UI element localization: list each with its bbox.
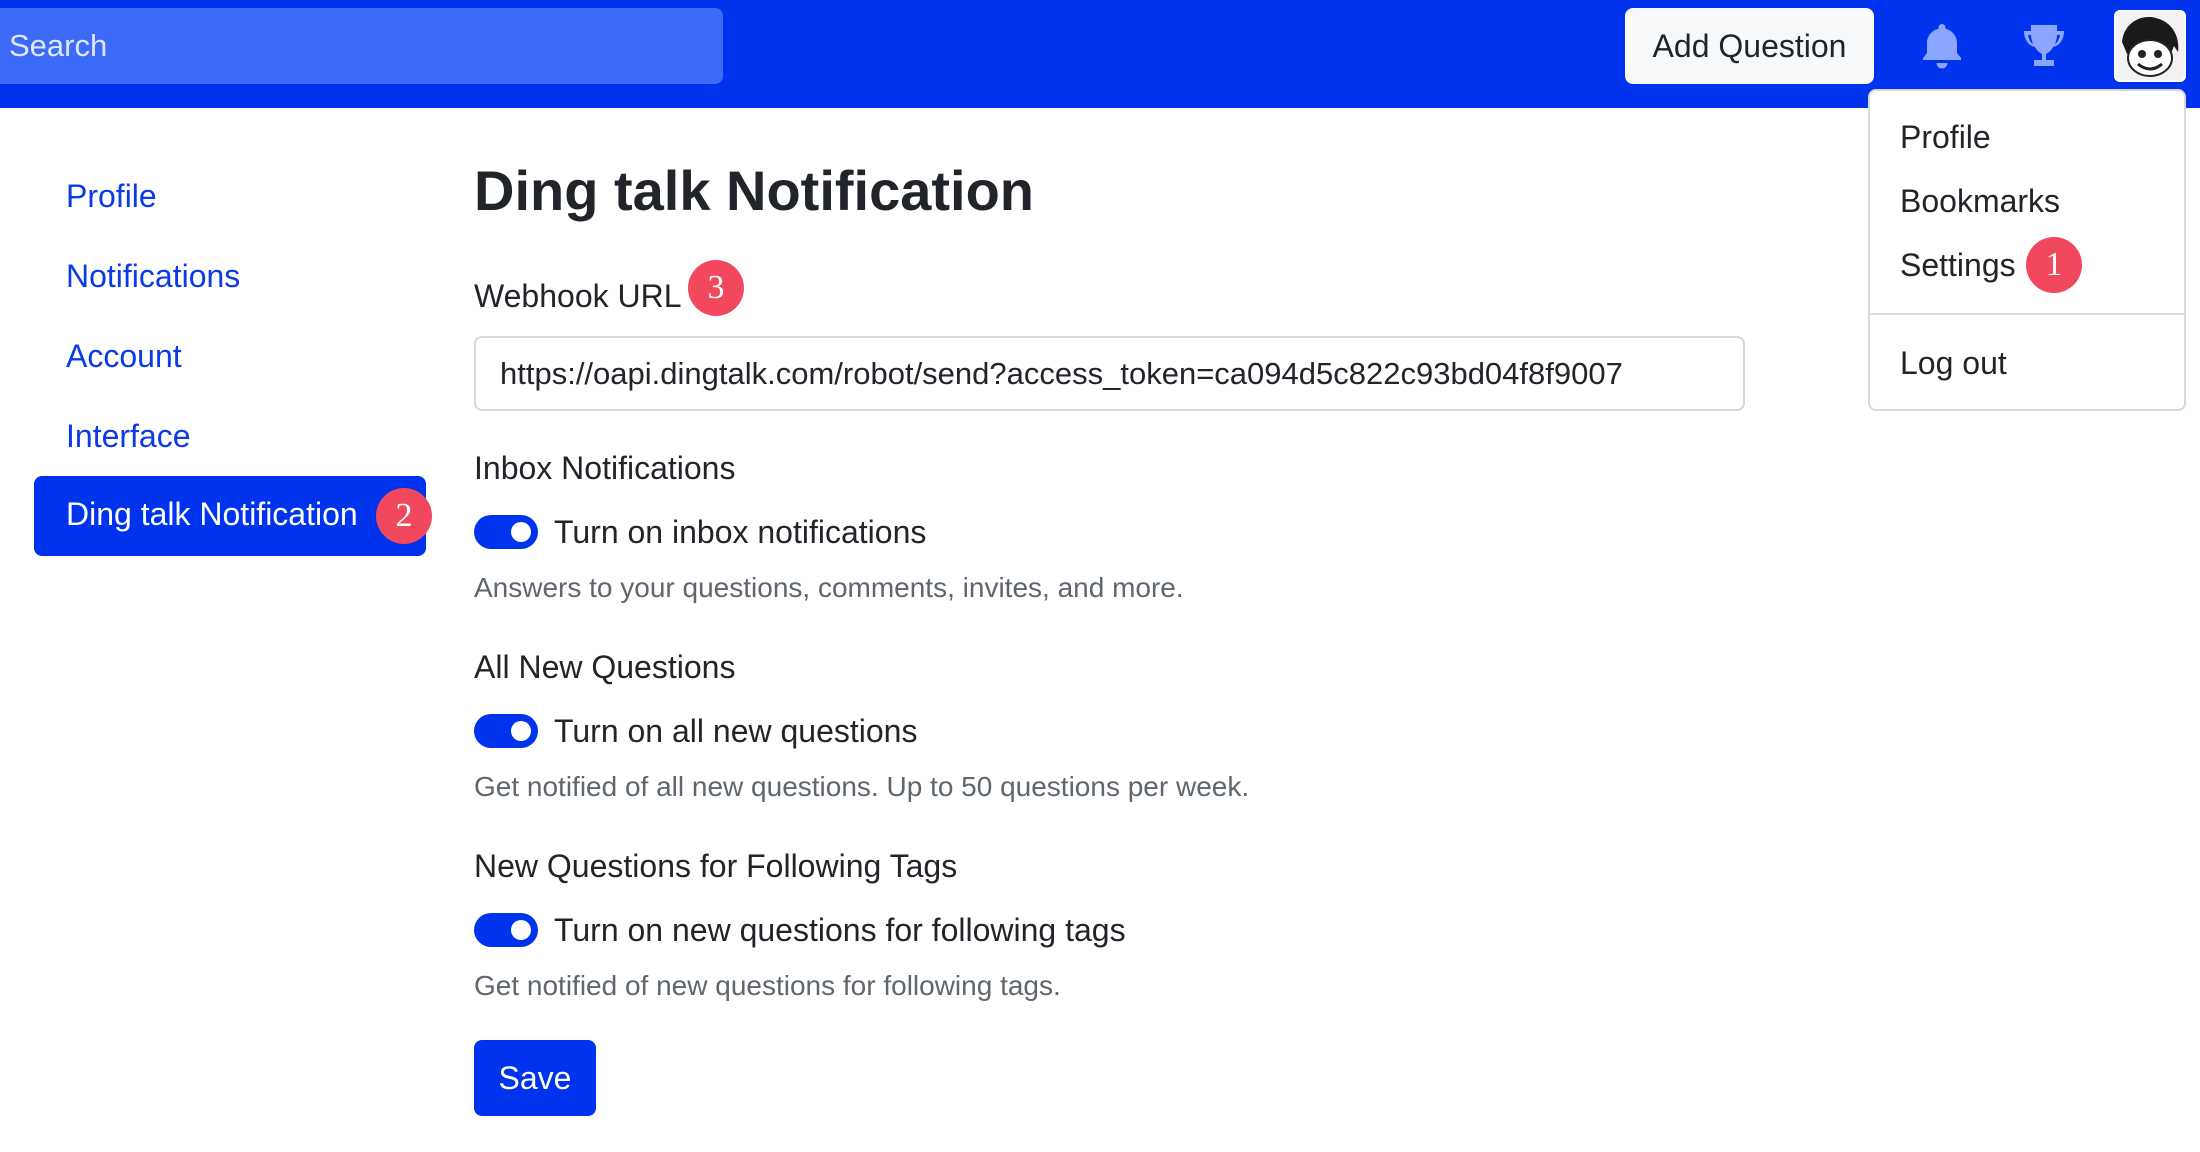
trophy-icon[interactable] (2016, 18, 2072, 74)
webhook-url-input[interactable] (474, 336, 1745, 411)
inbox-notifications-toggle-label[interactable]: Turn on inbox notifications (554, 514, 926, 551)
annotation-badge-1: 1 (2026, 237, 2082, 293)
inbox-notifications-toggle[interactable] (474, 515, 538, 549)
webhook-url-label: Webhook URL (474, 278, 682, 314)
save-button[interactable]: Save (474, 1040, 596, 1116)
sidebar-item-notifications[interactable]: Notifications (66, 258, 240, 295)
bell-icon[interactable] (1914, 18, 1970, 74)
user-menu-dropdown: Profile Bookmarks Settings 1 Log out (1868, 89, 2186, 411)
section-heading-all-new-questions: All New Questions (474, 649, 736, 685)
sidebar-item-label: Ding talk Notification (66, 496, 358, 532)
following-tags-toggle[interactable] (474, 913, 538, 947)
annotation-badge-3: 3 (688, 260, 744, 316)
sidebar-item-interface[interactable]: Interface (66, 418, 191, 455)
menu-divider (1870, 313, 2184, 315)
menu-item-bookmarks[interactable]: Bookmarks (1900, 183, 2060, 220)
all-new-questions-toggle-label[interactable]: Turn on all new questions (554, 713, 917, 750)
add-question-button[interactable]: Add Question (1625, 8, 1874, 84)
menu-item-profile[interactable]: Profile (1900, 119, 1991, 156)
section-heading-inbox: Inbox Notifications (474, 450, 736, 486)
avatar[interactable] (2114, 10, 2186, 82)
section-heading-following-tags: New Questions for Following Tags (474, 848, 958, 884)
menu-item-settings[interactable]: Settings (1900, 247, 2016, 284)
page-title: Ding talk Notification (474, 159, 1034, 222)
sidebar-item-account[interactable]: Account (66, 338, 182, 375)
all-new-questions-toggle[interactable] (474, 714, 538, 748)
sidebar-item-ding-talk-notification[interactable]: Ding talk Notification 2 (34, 476, 432, 556)
following-tags-toggle-label[interactable]: Turn on new questions for following tags (554, 912, 1126, 949)
search-input[interactable] (0, 8, 723, 84)
sidebar-item-profile[interactable]: Profile (66, 178, 157, 215)
all-new-questions-help: Get notified of all new questions. Up to… (474, 771, 1250, 802)
annotation-badge-2: 2 (376, 488, 432, 544)
menu-item-logout[interactable]: Log out (1900, 345, 2007, 382)
following-tags-help: Get notified of new questions for follow… (474, 970, 1061, 1001)
inbox-notifications-help: Answers to your questions, comments, inv… (474, 572, 1184, 603)
